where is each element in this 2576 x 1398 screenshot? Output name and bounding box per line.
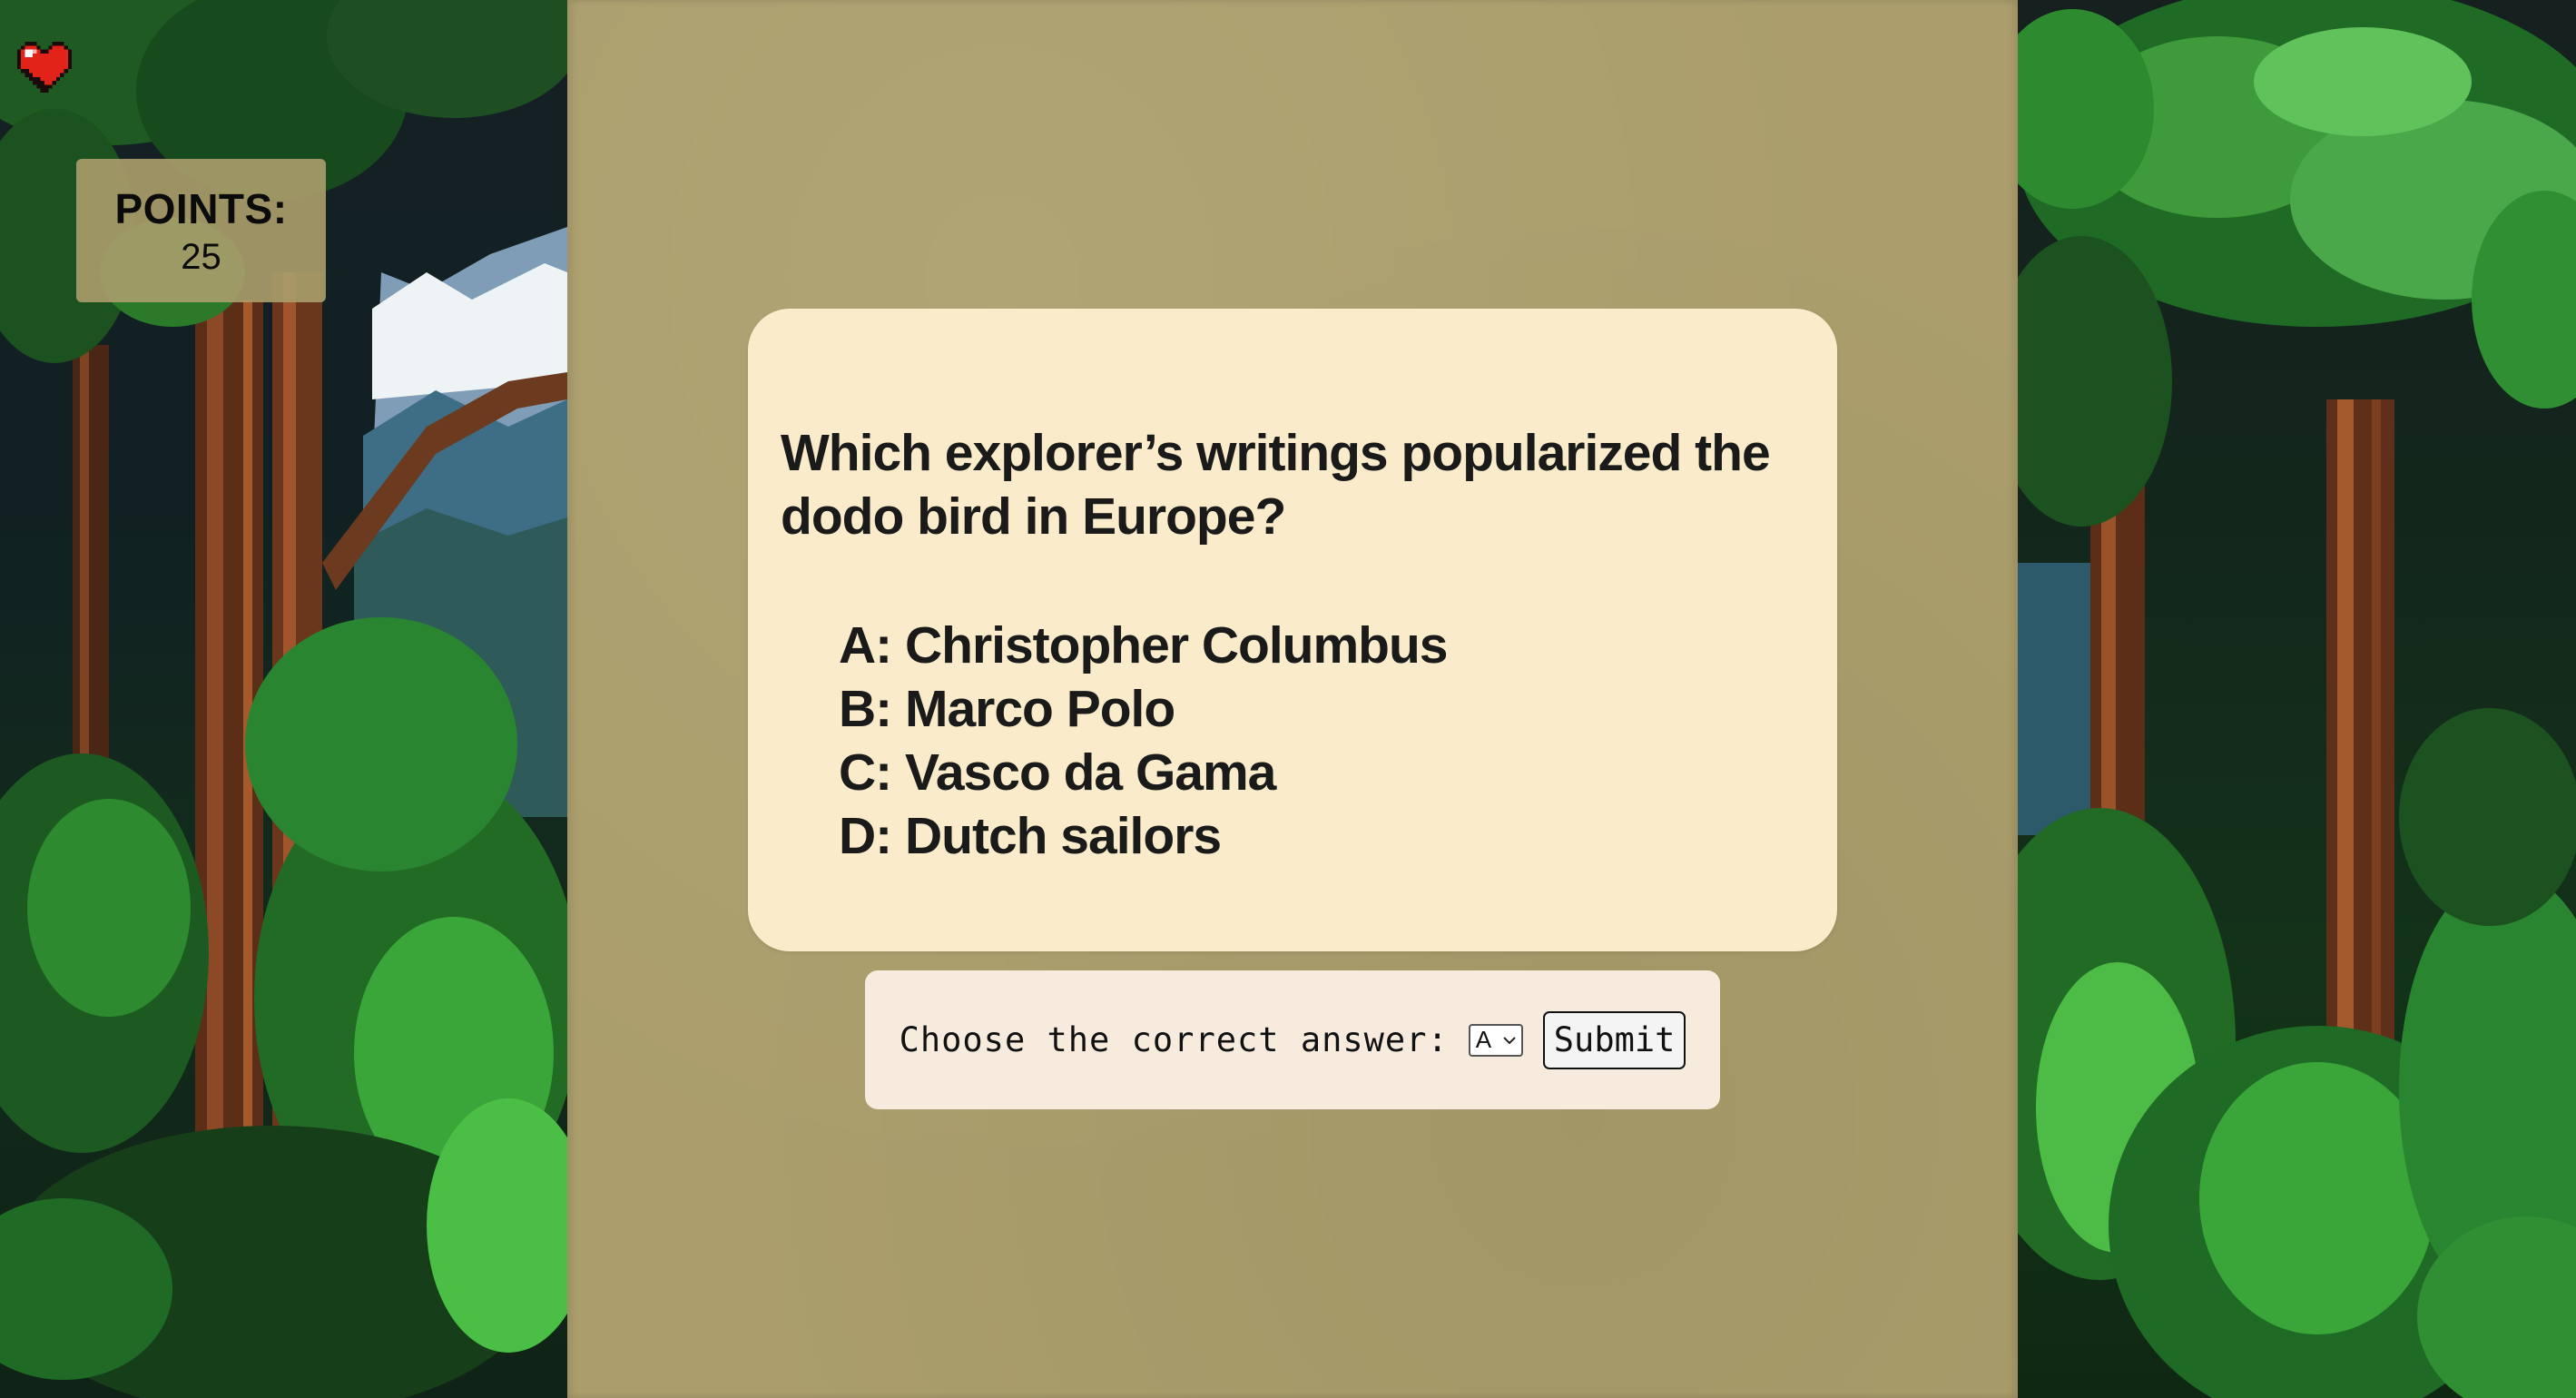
heart-icon <box>16 42 73 93</box>
chevron-down-icon <box>1503 1036 1516 1044</box>
answer-prompt: Choose the correct answer: <box>899 1020 1449 1059</box>
question-text: Which explorer’s writings popularized th… <box>781 424 1771 546</box>
option-c: C: Vasco da Gama <box>839 743 1276 802</box>
answer-select-value: A <box>1475 1026 1492 1053</box>
game-screen: POINTS: 25 Which explorer’s writings pop… <box>0 0 2576 1398</box>
points-label: POINTS: <box>114 185 288 232</box>
answer-options: A: Christopher Columbus B: Marco Polo C:… <box>839 614 1448 868</box>
jungle-background-right <box>2018 0 2576 1398</box>
question-card: Which explorer’s writings popularized th… <box>748 309 1837 951</box>
option-d: D: Dutch sailors <box>839 807 1222 865</box>
answer-select[interactable]: A <box>1468 1023 1523 1057</box>
points-display: POINTS: 25 <box>76 159 326 302</box>
option-b: B: Marco Polo <box>839 680 1175 738</box>
jungle-right-art <box>2018 0 2576 1398</box>
answer-form: Choose the correct answer: A Submit <box>865 970 1720 1109</box>
submit-button[interactable]: Submit <box>1542 1010 1686 1069</box>
points-value: 25 <box>181 237 221 277</box>
option-a: A: Christopher Columbus <box>839 616 1448 674</box>
